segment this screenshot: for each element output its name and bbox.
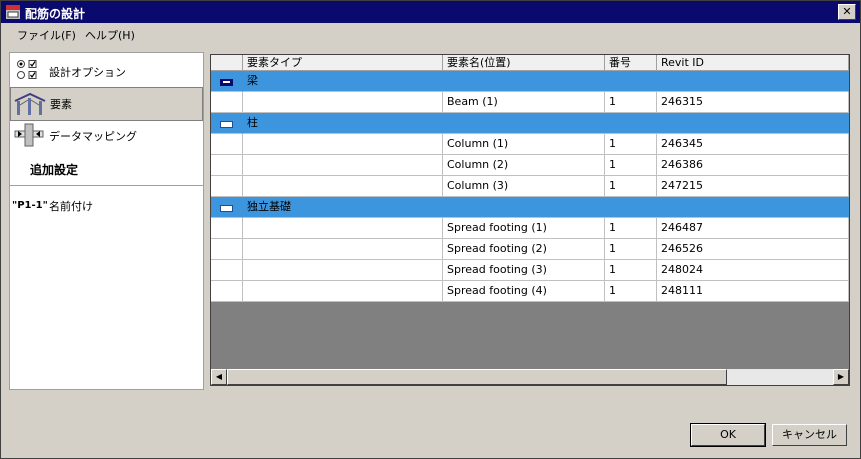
dialog-window: 配筋の設計 ✕ ファイル(F) ヘルプ(H) 設計オプション 要素 データマッピ…: [0, 0, 861, 459]
cell-type: [243, 155, 443, 176]
app-icon: [6, 5, 20, 19]
nav-item-design-options[interactable]: 設計オプション: [10, 55, 203, 87]
group-name: 柱: [243, 113, 849, 134]
cell-type: [243, 281, 443, 302]
cell-number[interactable]: 1: [605, 134, 657, 155]
menu-file[interactable]: ファイル(F): [17, 27, 76, 43]
collapse-toggle-icon[interactable]: [220, 79, 233, 86]
row-header: [211, 155, 243, 176]
cell-revit-id[interactable]: 246487: [657, 218, 849, 239]
data-mapping-icon: [14, 123, 44, 147]
grid-header-number[interactable]: 番号: [605, 55, 657, 71]
cell-revit-id[interactable]: 246345: [657, 134, 849, 155]
row-header: [211, 281, 243, 302]
group-name: 独立基礎: [243, 197, 849, 218]
cell-revit-id[interactable]: 248111: [657, 281, 849, 302]
cell-type: [243, 239, 443, 260]
collapse-toggle-icon[interactable]: [220, 121, 233, 128]
group-row-columns[interactable]: 柱: [211, 113, 849, 134]
nav-item-naming[interactable]: "P1-1" 名前付け: [10, 193, 203, 225]
group-name: 梁: [243, 71, 849, 92]
cell-type: [243, 218, 443, 239]
table-row[interactable]: Column (2) 1 246386: [211, 155, 849, 176]
row-header: [211, 92, 243, 113]
table-row[interactable]: Column (1) 1 246345: [211, 134, 849, 155]
row-header: [211, 134, 243, 155]
close-button[interactable]: ✕: [838, 4, 856, 20]
table-row[interactable]: Spread footing (4) 1 248111: [211, 281, 849, 302]
table-row[interactable]: Spread footing (3) 1 248024: [211, 260, 849, 281]
group-row-beams[interactable]: 梁: [211, 71, 849, 92]
ok-button[interactable]: OK: [690, 423, 766, 447]
navigation-panel: 設計オプション 要素 データマッピング 追加設定 "P1-1" 名前付け: [9, 52, 204, 390]
elements-grid: 要素タイプ 要素名(位置) 番号 Revit ID 梁 Beam (1) 1 2…: [210, 54, 850, 386]
row-header: [211, 218, 243, 239]
cancel-button[interactable]: キャンセル: [772, 424, 847, 446]
scrollbar-thumb[interactable]: [227, 369, 727, 385]
naming-icon: "P1-1": [12, 200, 48, 211]
cell-revit-id[interactable]: 248024: [657, 260, 849, 281]
window-title: 配筋の設計: [25, 7, 86, 21]
table-row[interactable]: Spread footing (2) 1 246526: [211, 239, 849, 260]
horizontal-scrollbar[interactable]: ◀ ▶: [211, 369, 849, 385]
table-row[interactable]: Spread footing (1) 1 246487: [211, 218, 849, 239]
cell-name[interactable]: Spread footing (2): [443, 239, 605, 260]
title-bar: 配筋の設計 ✕: [1, 1, 860, 23]
cell-number[interactable]: 1: [605, 92, 657, 113]
design-options-icon: [17, 60, 37, 79]
cell-name[interactable]: Column (2): [443, 155, 605, 176]
nav-divider: [10, 185, 203, 186]
cell-revit-id[interactable]: 246526: [657, 239, 849, 260]
row-header: [211, 176, 243, 197]
grid-header-revit-id[interactable]: Revit ID: [657, 55, 849, 71]
nav-label-naming: 名前付け: [49, 200, 93, 213]
cell-number[interactable]: 1: [605, 239, 657, 260]
cell-name[interactable]: Spread footing (3): [443, 260, 605, 281]
cell-number[interactable]: 1: [605, 260, 657, 281]
row-header: [211, 239, 243, 260]
cell-number[interactable]: 1: [605, 281, 657, 302]
cell-type: [243, 176, 443, 197]
scroll-right-icon[interactable]: ▶: [833, 369, 849, 385]
cell-type: [243, 134, 443, 155]
grid-header-element-name[interactable]: 要素名(位置): [443, 55, 605, 71]
cell-type: [243, 92, 443, 113]
row-header: [211, 260, 243, 281]
nav-label-data-mapping: データマッピング: [49, 130, 137, 143]
cell-name[interactable]: Column (1): [443, 134, 605, 155]
menu-bar: ファイル(F) ヘルプ(H): [1, 23, 860, 45]
cell-revit-id[interactable]: 247215: [657, 176, 849, 197]
group-row-footings[interactable]: 独立基礎: [211, 197, 849, 218]
table-row[interactable]: Beam (1) 1 246315: [211, 92, 849, 113]
cell-number[interactable]: 1: [605, 155, 657, 176]
menu-help[interactable]: ヘルプ(H): [85, 27, 135, 43]
cell-name[interactable]: Column (3): [443, 176, 605, 197]
cell-name[interactable]: Spread footing (1): [443, 218, 605, 239]
collapse-toggle-icon[interactable]: [220, 205, 233, 212]
nav-label-design-options: 設計オプション: [49, 66, 126, 79]
cell-revit-id[interactable]: 246386: [657, 155, 849, 176]
cell-name[interactable]: Spread footing (4): [443, 281, 605, 302]
cell-number[interactable]: 1: [605, 218, 657, 239]
section-additional-settings: 追加設定: [30, 163, 79, 177]
grid-header-corner: [211, 55, 243, 71]
cell-type: [243, 260, 443, 281]
nav-item-elements[interactable]: 要素: [10, 87, 203, 121]
cell-revit-id[interactable]: 246315: [657, 92, 849, 113]
nav-label-elements: 要素: [50, 98, 72, 111]
nav-item-data-mapping[interactable]: データマッピング: [10, 119, 203, 151]
cell-number[interactable]: 1: [605, 176, 657, 197]
scroll-left-icon[interactable]: ◀: [211, 369, 227, 385]
cell-name[interactable]: Beam (1): [443, 92, 605, 113]
table-row[interactable]: Column (3) 1 247215: [211, 176, 849, 197]
grid-header-element-type[interactable]: 要素タイプ: [243, 55, 443, 71]
frame-elements-icon: [14, 92, 46, 115]
